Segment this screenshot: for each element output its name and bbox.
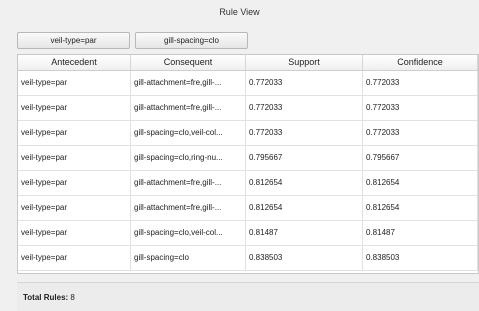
filter-button-consequent[interactable]: gill-spacing=clo: [135, 32, 248, 49]
cell-antecedent: veil-type=par: [18, 96, 131, 120]
cell-support: 0.81487: [246, 221, 363, 245]
cell-consequent: gill-attachment=fre,gill-...: [131, 196, 246, 220]
cell-antecedent: veil-type=par: [18, 171, 131, 195]
cell-antecedent: veil-type=par: [18, 146, 131, 170]
cell-consequent: gill-attachment=fre,gill-...: [131, 71, 246, 95]
table-row[interactable]: veil-type=par gill-attachment=fre,gill-.…: [18, 96, 478, 121]
cell-confidence: 0.795667: [363, 146, 478, 170]
table-row[interactable]: veil-type=par gill-spacing=clo,veil-col.…: [18, 221, 478, 246]
cell-consequent: gill-spacing=clo,veil-col...: [131, 221, 246, 245]
column-header-consequent[interactable]: Consequent: [131, 55, 246, 70]
cell-antecedent: veil-type=par: [18, 196, 131, 220]
cell-support: 0.772033: [246, 71, 363, 95]
status-footer: Total Rules: 8: [17, 282, 479, 311]
cell-confidence: 0.838503: [363, 246, 478, 270]
cell-confidence: 0.81487: [363, 221, 478, 245]
table-row[interactable]: veil-type=par gill-attachment=fre,gill-.…: [18, 71, 478, 96]
cell-support: 0.812654: [246, 196, 363, 220]
rules-table: Antecedent Consequent Support Confidence…: [17, 54, 479, 274]
table-row[interactable]: veil-type=par gill-spacing=clo 0.838503 …: [18, 246, 478, 271]
cell-consequent: gill-spacing=clo,ring-nu...: [131, 146, 246, 170]
total-rules-text: Total Rules: 8: [23, 293, 75, 302]
cell-support: 0.812654: [246, 171, 363, 195]
table-row[interactable]: veil-type=par gill-attachment=fre,gill-.…: [18, 196, 478, 221]
table-row[interactable]: veil-type=par gill-spacing=clo,veil-col.…: [18, 121, 478, 146]
cell-confidence: 0.772033: [363, 96, 478, 120]
cell-antecedent: veil-type=par: [18, 221, 131, 245]
cell-antecedent: veil-type=par: [18, 121, 131, 145]
column-header-support[interactable]: Support: [246, 55, 363, 70]
cell-consequent: gill-spacing=clo: [131, 246, 246, 270]
cell-consequent: gill-attachment=fre,gill-...: [131, 96, 246, 120]
table-row[interactable]: veil-type=par gill-spacing=clo,ring-nu..…: [18, 146, 478, 171]
cell-support: 0.795667: [246, 146, 363, 170]
cell-confidence: 0.812654: [363, 196, 478, 220]
total-rules-label: Total Rules:: [23, 293, 69, 302]
total-rules-count: 8: [70, 293, 75, 302]
column-header-confidence[interactable]: Confidence: [363, 55, 478, 70]
cell-support: 0.838503: [246, 246, 363, 270]
cell-confidence: 0.772033: [363, 121, 478, 145]
cell-antecedent: veil-type=par: [18, 246, 131, 270]
filter-button-antecedent[interactable]: veil-type=par: [17, 32, 130, 49]
cell-consequent: gill-attachment=fre,gill-...: [131, 171, 246, 195]
cell-consequent: gill-spacing=clo,veil-col...: [131, 121, 246, 145]
cell-support: 0.772033: [246, 121, 363, 145]
cell-confidence: 0.812654: [363, 171, 478, 195]
cell-confidence: 0.772033: [363, 71, 478, 95]
cell-support: 0.772033: [246, 96, 363, 120]
cell-antecedent: veil-type=par: [18, 71, 131, 95]
table-header: Antecedent Consequent Support Confidence: [18, 55, 478, 71]
column-header-antecedent[interactable]: Antecedent: [18, 55, 131, 70]
window-title: Rule View: [219, 7, 260, 17]
table-row[interactable]: veil-type=par gill-attachment=fre,gill-.…: [18, 171, 478, 196]
